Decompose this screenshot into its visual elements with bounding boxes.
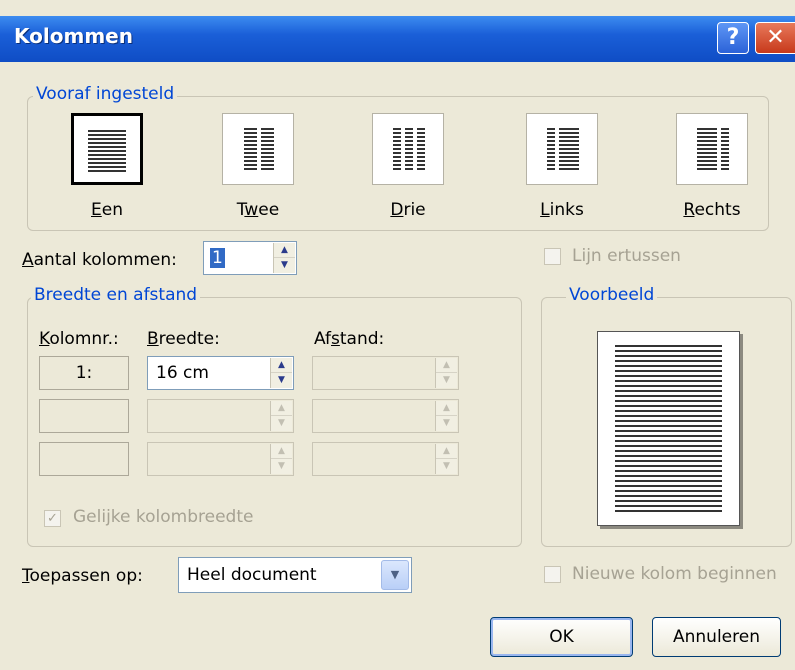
spacing-input[interactable]: ▲ ▼	[312, 399, 459, 433]
width-input[interactable]: ▲ ▼	[147, 399, 294, 433]
columns-count-spinner[interactable]: 1 ▲ ▼	[203, 241, 297, 275]
preview-text-lines	[615, 345, 722, 513]
column-number-cell: 1:	[39, 356, 129, 390]
columns-count-value: 1	[210, 248, 225, 268]
new-column-checkbox[interactable]	[544, 566, 561, 583]
preset-left[interactable]: Links	[526, 113, 598, 220]
spin-down-icon[interactable]: ▼	[271, 459, 292, 474]
width-input[interactable]: 16 cm ▲ ▼	[147, 356, 294, 390]
new-column-label: Nieuwe kolom beginnen	[572, 564, 777, 584]
spin-up-icon[interactable]: ▲	[436, 444, 457, 459]
preset-one-icon	[71, 113, 143, 185]
spin-down-icon[interactable]: ▼	[271, 416, 292, 431]
columns-dialog: Kolommen ? ✕ Vooraf ingesteld Een Twee D…	[0, 0, 795, 670]
spacing-spin[interactable]: ▲ ▼	[435, 401, 457, 431]
width-spin[interactable]: ▲ ▼	[270, 401, 292, 431]
dialog-title: Kolommen	[14, 24, 133, 48]
spacing-header: Afstand:	[314, 329, 385, 349]
spacing-input[interactable]: ▲ ▼	[312, 356, 459, 390]
spin-up-icon[interactable]: ▲	[271, 358, 292, 373]
preset-two-label: Twee	[236, 200, 280, 220]
cancel-button[interactable]: Annuleren	[652, 617, 781, 657]
spacing-spin[interactable]: ▲ ▼	[435, 444, 457, 474]
spin-down-icon[interactable]: ▼	[436, 459, 457, 474]
equal-width-label: Gelijke kolombreedte	[73, 507, 254, 527]
preset-one[interactable]: Een	[71, 113, 143, 220]
spacing-input[interactable]: ▲ ▼	[312, 442, 459, 476]
preview-page	[597, 331, 740, 526]
column-number-cell	[39, 399, 129, 433]
help-button[interactable]: ?	[717, 22, 749, 54]
preset-left-label: Links	[540, 200, 584, 220]
preset-three-icon	[372, 113, 444, 185]
columns-count-label: Aantal kolommen:	[22, 250, 177, 270]
column-number-header: Kolomnr.:	[39, 329, 119, 349]
spin-up-icon[interactable]: ▲	[436, 401, 457, 416]
width-spacing-group-label: Breedte en afstand	[31, 285, 201, 305]
preset-one-label: Een	[91, 200, 123, 220]
line-between-label: Lijn ertussen	[572, 246, 681, 266]
columns-count-spin[interactable]: ▲ ▼	[273, 243, 295, 273]
apply-to-value: Heel document	[187, 565, 317, 585]
width-value: 16 cm	[156, 363, 209, 383]
apply-to-dropdown[interactable]: Heel document ▼	[178, 557, 412, 593]
close-button[interactable]: ✕	[755, 22, 795, 54]
spin-down-icon[interactable]: ▼	[436, 373, 457, 388]
line-between-checkbox[interactable]	[544, 248, 561, 265]
spin-down-icon[interactable]: ▼	[436, 416, 457, 431]
preset-right-label: Rechts	[683, 200, 741, 220]
preset-right-icon	[676, 113, 748, 185]
column-number-cell	[39, 442, 129, 476]
spin-up-icon[interactable]: ▲	[271, 401, 292, 416]
spin-up-icon[interactable]: ▲	[271, 444, 292, 459]
preset-three-label: Drie	[390, 200, 426, 220]
preset-left-icon	[526, 113, 598, 185]
width-spin[interactable]: ▲ ▼	[270, 358, 292, 388]
preset-right[interactable]: Rechts	[676, 113, 748, 220]
spin-down-icon[interactable]: ▼	[271, 373, 292, 388]
spin-up-icon[interactable]: ▲	[274, 243, 295, 258]
spin-down-icon[interactable]: ▼	[274, 258, 295, 273]
preset-two[interactable]: Twee	[222, 113, 294, 220]
title-bar[interactable]: Kolommen ? ✕	[0, 16, 795, 62]
preset-three[interactable]: Drie	[372, 113, 444, 220]
width-input[interactable]: ▲ ▼	[147, 442, 294, 476]
spin-up-icon[interactable]: ▲	[436, 358, 457, 373]
apply-to-label: Toepassen op:	[22, 566, 143, 586]
width-header: Breedte:	[147, 329, 220, 349]
presets-group-label: Vooraf ingesteld	[33, 84, 178, 104]
preset-two-icon	[222, 113, 294, 185]
spacing-spin[interactable]: ▲ ▼	[435, 358, 457, 388]
preview-group-label: Voorbeeld	[566, 285, 658, 305]
chevron-down-icon[interactable]: ▼	[381, 560, 409, 590]
ok-button[interactable]: OK	[490, 617, 633, 657]
width-spin[interactable]: ▲ ▼	[270, 444, 292, 474]
equal-width-checkbox[interactable]: ✓	[44, 510, 61, 527]
